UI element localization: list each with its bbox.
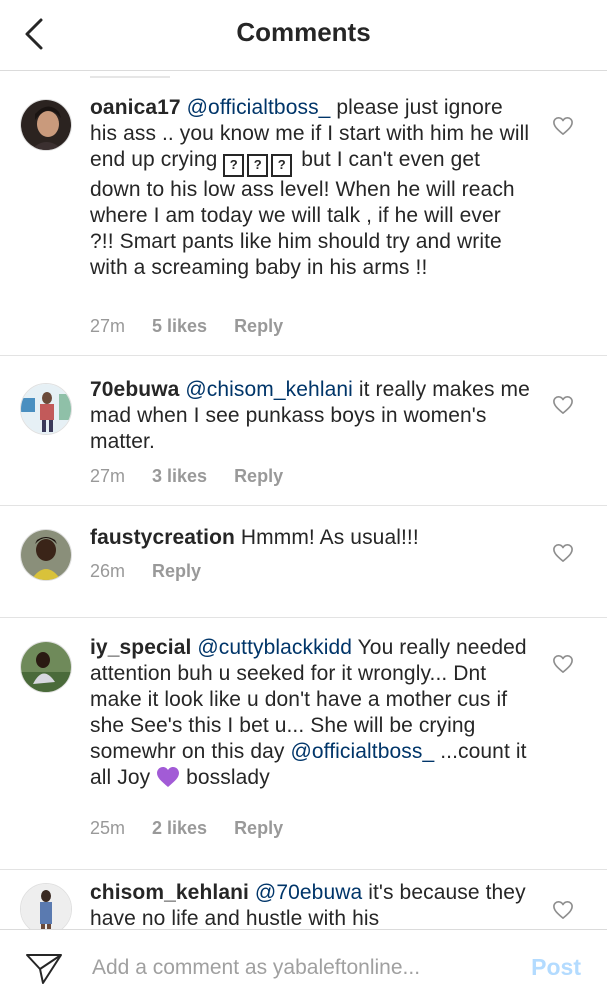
likes-count[interactable]: 2 likes	[152, 818, 207, 839]
avatar[interactable]	[20, 883, 72, 929]
mention-link[interactable]: @officialtboss_	[187, 96, 331, 119]
comment-time: 27m	[90, 316, 126, 336]
reply-button[interactable]: Reply	[234, 316, 283, 337]
comment-text: 70ebuwa @chisom_kehlani it really makes …	[90, 377, 530, 455]
page-title: Comments	[236, 17, 371, 47]
heart-icon[interactable]	[552, 654, 574, 674]
purple-heart-icon	[157, 767, 180, 787]
comment-meta: 27m 3 likes Reply	[90, 466, 283, 487]
comment-text: oanica17 @officialtboss_ please just ign…	[90, 95, 530, 281]
comment-time: 27m	[90, 466, 126, 486]
comment-meta: 26m Reply	[90, 561, 201, 582]
avatar[interactable]	[20, 641, 72, 693]
comment-text: iy_special @cuttyblackkidd You really ne…	[90, 635, 530, 791]
comments-screen: Comments oanica17 @officialtboss_ please…	[0, 0, 607, 1000]
unknown-glyph-box: ?	[223, 154, 245, 177]
reply-button[interactable]: Reply	[234, 466, 283, 487]
comment-time: 26m	[90, 561, 126, 581]
heart-icon[interactable]	[552, 116, 574, 136]
direct-send-icon[interactable]	[24, 952, 64, 986]
comment-text: faustycreation Hmmm! As usual!!!	[90, 525, 530, 551]
post-button[interactable]: Post	[531, 954, 581, 981]
comment-body: Hmmm! As usual!!!	[234, 526, 419, 549]
avatar[interactable]	[20, 99, 72, 151]
comment-item: oanica17 @officialtboss_ please just ign…	[0, 71, 607, 356]
comment-time: 25m	[90, 818, 126, 838]
mention-link[interactable]: @70ebuwa	[255, 881, 362, 904]
reply-button[interactable]: Reply	[152, 561, 201, 582]
comment-meta: 27m 5 likes Reply	[90, 316, 283, 337]
comment-item: 70ebuwa @chisom_kehlani it really makes …	[0, 355, 607, 506]
comment-item: faustycreation Hmmm! As usual!!! 26m Rep…	[0, 505, 607, 618]
comment-list[interactable]: oanica17 @officialtboss_ please just ign…	[0, 71, 607, 929]
comment-item: iy_special @cuttyblackkidd You really ne…	[0, 617, 607, 870]
comment-username[interactable]: faustycreation	[90, 526, 235, 549]
comment-meta: 25m 2 likes Reply	[90, 818, 283, 839]
unknown-glyph-box: ?	[247, 154, 269, 177]
comment-item: chisom_kehlani @70ebuwa it's because the…	[0, 869, 607, 929]
comment-username[interactable]: 70ebuwa	[90, 378, 179, 401]
comment-input[interactable]	[92, 954, 492, 982]
comment-text: chisom_kehlani @70ebuwa it's because the…	[90, 880, 530, 929]
unknown-glyph-box: ?	[271, 154, 293, 177]
heart-icon[interactable]	[552, 543, 574, 563]
comment-composer: Post	[0, 929, 607, 1000]
mention-link[interactable]: @officialtboss_	[290, 740, 434, 763]
avatar[interactable]	[20, 383, 72, 435]
comment-username[interactable]: iy_special	[90, 636, 191, 659]
avatar[interactable]	[20, 529, 72, 581]
comment-username[interactable]: chisom_kehlani	[90, 881, 249, 904]
likes-count[interactable]: 5 likes	[152, 316, 207, 337]
comment-body: bosslady	[180, 766, 270, 789]
comment-username[interactable]: oanica17	[90, 96, 181, 119]
heart-icon[interactable]	[552, 395, 574, 415]
heart-icon[interactable]	[552, 900, 574, 920]
header: Comments	[0, 0, 607, 71]
reply-button[interactable]: Reply	[234, 818, 283, 839]
mention-link[interactable]: @chisom_kehlani	[185, 378, 353, 401]
likes-count[interactable]: 3 likes	[152, 466, 207, 487]
mention-link[interactable]: @cuttyblackkidd	[197, 636, 352, 659]
